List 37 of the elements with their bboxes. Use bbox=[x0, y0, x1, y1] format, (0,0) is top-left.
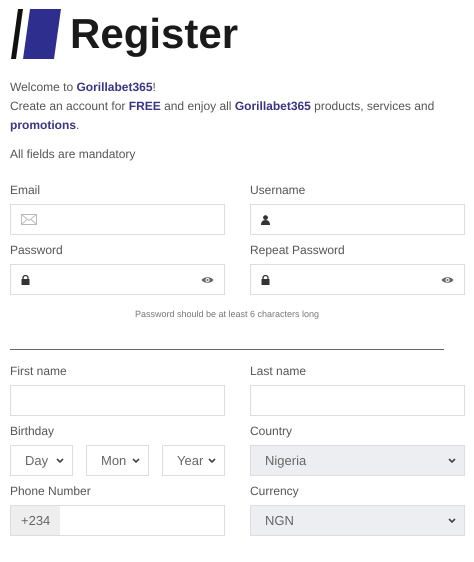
caret-icon bbox=[448, 458, 456, 464]
lock-icon bbox=[21, 274, 30, 284]
mandatory-note: All fields are mandatory bbox=[10, 147, 136, 161]
field-label: Last name bbox=[250, 364, 308, 378]
password-field[interactable] bbox=[250, 264, 465, 295]
input-field[interactable] bbox=[10, 385, 225, 416]
email-field[interactable] bbox=[10, 204, 225, 235]
logo-icon bbox=[10, 8, 62, 60]
caret-icon bbox=[208, 458, 216, 464]
date-select[interactable]: Day bbox=[10, 445, 73, 476]
field-label: Birthday bbox=[10, 424, 56, 438]
caret-icon bbox=[56, 458, 64, 464]
page-title: Register bbox=[70, 10, 238, 58]
input-field[interactable] bbox=[250, 385, 465, 416]
field-label: Password bbox=[10, 243, 64, 257]
user-icon bbox=[261, 214, 270, 224]
caret-icon bbox=[448, 518, 456, 524]
field-label: Email bbox=[10, 183, 42, 197]
password-field[interactable] bbox=[10, 264, 225, 295]
phone-field[interactable]: +234 bbox=[10, 505, 225, 536]
mail-icon bbox=[21, 214, 37, 225]
field-label: Phone Number bbox=[10, 484, 92, 498]
caret-icon bbox=[132, 458, 140, 464]
field-label: Country bbox=[250, 424, 294, 438]
eye-icon[interactable] bbox=[201, 276, 214, 284]
intro-text: Create an account for FREE and enjoy all Gorillabet365 products, services and promotions. bbox=[10, 98, 436, 134]
eye-icon[interactable] bbox=[441, 276, 454, 284]
username-field[interactable] bbox=[250, 204, 465, 235]
date-select[interactable]: Year bbox=[162, 445, 225, 476]
lock-icon bbox=[261, 274, 270, 284]
password-hint: Password should be at least 6 characters long bbox=[134, 309, 320, 319]
field-label: First name bbox=[10, 364, 68, 378]
field-label: Currency bbox=[250, 484, 300, 498]
intro-text: Welcome to Gorillabet365! bbox=[10, 79, 157, 96]
field-label: Username bbox=[250, 183, 306, 197]
date-select[interactable]: Mon bbox=[86, 445, 149, 476]
field-label: Repeat Password bbox=[250, 243, 346, 257]
